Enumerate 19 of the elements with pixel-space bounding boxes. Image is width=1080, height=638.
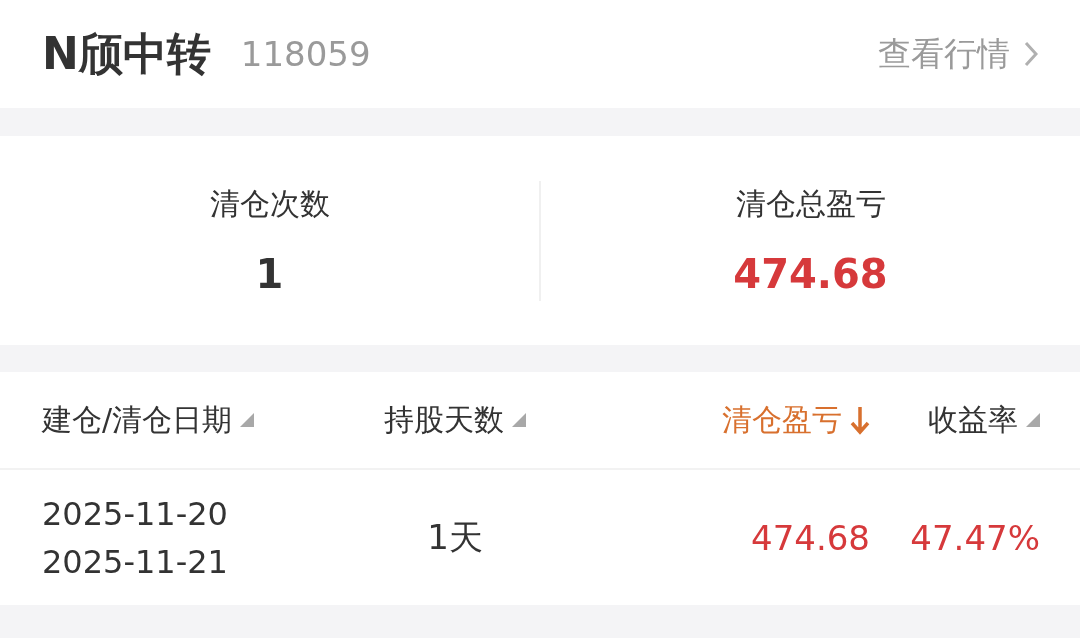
column-header[interactable]: 建仓/清仓日期 bbox=[0, 399, 330, 441]
return-rate-cell: 47.47% bbox=[910, 517, 1040, 558]
sort-triangle-icon bbox=[1026, 413, 1040, 427]
sort-triangle-icon bbox=[240, 413, 255, 427]
stat-value: 1 bbox=[255, 251, 284, 297]
date-cell-text: 2025-11-21 bbox=[42, 542, 229, 581]
chevron-right-icon bbox=[1024, 41, 1038, 67]
stat-label: 清仓次数 bbox=[209, 185, 330, 223]
column-header[interactable]: 收益率 bbox=[870, 399, 1080, 441]
date-cell-text: 2025-11-20 bbox=[42, 494, 229, 533]
stat-value: 474.68 bbox=[733, 251, 888, 297]
sort-down-arrow-icon bbox=[850, 405, 870, 435]
column-header[interactable]: 持股天数 bbox=[330, 399, 580, 441]
profit-cell: 474.68 bbox=[751, 517, 870, 558]
stat-label: 清仓总盈亏 bbox=[735, 185, 886, 223]
bond-code: 118059 bbox=[240, 34, 371, 74]
bond-name: N颀中转 bbox=[42, 26, 211, 81]
sort-triangle-icon bbox=[512, 413, 526, 427]
days-cell-text: 1天 bbox=[427, 515, 483, 559]
